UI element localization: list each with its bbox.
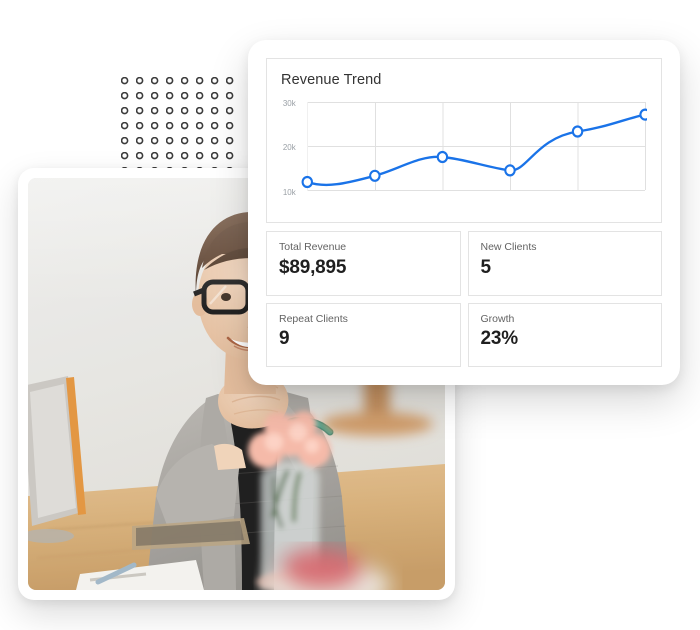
revenue-line-chart: 30k 20k 10k	[283, 99, 647, 197]
chart-series-line-revenue	[306, 113, 647, 187]
y-tick-label-10k: 10k	[283, 188, 297, 197]
y-tick-label-20k: 20k	[283, 143, 297, 152]
stats-grid: Total Revenue $89,895 New Clients 5 Repe…	[266, 231, 662, 367]
chart-point-6[interactable]	[639, 108, 647, 121]
stat-card-repeat-clients[interactable]: Repeat Clients 9	[266, 302, 461, 367]
dashboard-device-frame: Revenue Trend 30k 20k 10k Total Revenue …	[248, 40, 680, 385]
stat-label: New Clients	[480, 241, 537, 253]
stat-label: Total Revenue	[279, 241, 347, 253]
revenue-trend-card: Revenue Trend 30k 20k 10k	[266, 58, 662, 223]
stat-card-new-clients[interactable]: New Clients 5	[467, 231, 662, 296]
chart-point-4[interactable]	[504, 164, 516, 177]
chart-point-3[interactable]	[436, 150, 449, 164]
stat-value: 9	[279, 328, 290, 350]
stat-label: Repeat Clients	[279, 312, 348, 325]
y-tick-label-30k: 30k	[283, 99, 297, 108]
dashboard-screen: Revenue Trend 30k 20k 10k Total Revenue …	[266, 58, 662, 367]
stat-label: Growth	[480, 312, 515, 325]
stat-card-total-revenue[interactable]: Total Revenue $89,895	[266, 231, 461, 296]
chart-point-5[interactable]	[571, 125, 584, 138]
stat-value: 23%	[480, 328, 519, 350]
chart-plot-area: 30k 20k 10k	[281, 92, 647, 210]
chart-point-1[interactable]	[301, 175, 314, 189]
chart-title: Revenue Trend	[281, 72, 382, 88]
stat-card-growth[interactable]: Growth 23%	[467, 302, 662, 367]
chart-point-2[interactable]	[369, 169, 381, 182]
stat-value: 5	[480, 256, 492, 278]
chart-gridlines	[307, 102, 647, 191]
stat-value: $89,895	[279, 256, 347, 278]
chart-data-markers	[301, 108, 647, 189]
